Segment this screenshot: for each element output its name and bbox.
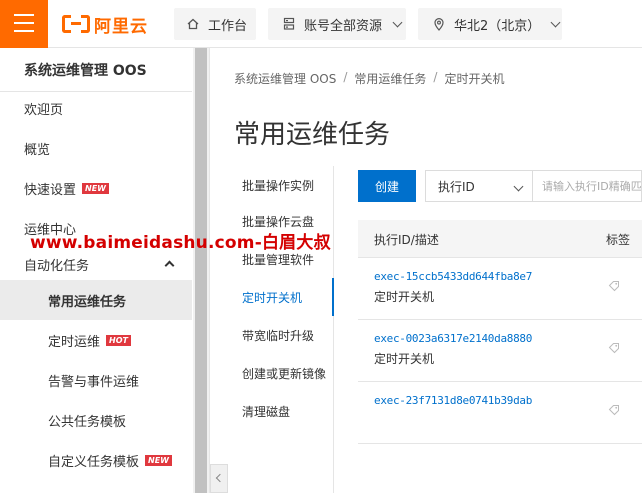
hamburger-menu-button[interactable] [0, 0, 48, 48]
sidebar-item-label: 概览 [24, 142, 51, 158]
workbench-label: 工作台 [208, 18, 248, 34]
region-label: 华北2（北京） [454, 18, 541, 34]
execution-description: 定时开关机 [374, 352, 435, 366]
sidebar-item-label: 欢迎页 [24, 102, 64, 118]
sidebar-item-label: 定时运维 [48, 334, 101, 350]
sidebar: 系统运维管理 OOS 欢迎页 概览 快速设置 NEW 运维中心 自动化任务 常用… [0, 48, 210, 493]
chevron-up-icon [164, 260, 175, 271]
watermark-text: www.baimeidashu.com-白眉大叔 [30, 233, 331, 253]
sidebar-item-welcome[interactable]: 欢迎页 [0, 88, 192, 128]
page-title: 常用运维任务 [234, 120, 391, 150]
table-row: exec-15ccb5433dd644fba8e7 定时开关机 [358, 258, 642, 320]
location-pin-icon [434, 18, 444, 31]
sidebar-item-label: 自动化任务 [24, 258, 90, 274]
sidebar-item-label: 常用运维任务 [48, 294, 127, 310]
sidebar-item-label: 自定义任务模板 [48, 454, 140, 470]
breadcrumb-separator: / [343, 70, 348, 84]
menu-icon-line [14, 22, 34, 24]
main-content: 系统运维管理 OOS / 常用运维任务 / 定时开关机 常用运维任务 批量操作实… [210, 48, 642, 493]
create-button[interactable]: 创建 [358, 170, 416, 202]
top-bar: 阿里云 工作台 账号全部资源 华北2（北京） [0, 0, 642, 48]
breadcrumb-item: 定时开关机 [444, 72, 505, 86]
breadcrumb-item[interactable]: 系统运维管理 OOS [234, 70, 336, 87]
sidebar-item-label: 公共任务模板 [48, 414, 127, 430]
execution-id-link[interactable]: exec-0023a6317e2140da8880 [374, 332, 532, 345]
menu-icon [14, 14, 34, 16]
filter-select[interactable]: 执行ID [425, 170, 533, 202]
sidebar-item-label: 告警与事件运维 [48, 374, 140, 390]
sidebar-item-alert-event-ops[interactable]: 告警与事件运维 [0, 360, 192, 400]
aliyun-logo[interactable]: 阿里云 [62, 13, 148, 37]
subnav-item-clean-disk[interactable]: 清理磁盘 [210, 392, 334, 430]
home-icon [187, 18, 199, 30]
subnav-item-bandwidth-upgrade[interactable]: 带宽临时升级 [210, 316, 334, 354]
table-header: 执行ID/描述 标签 [358, 220, 642, 258]
tag-icon[interactable] [608, 404, 620, 416]
sidebar-collapse-handle[interactable] [210, 464, 228, 493]
table-row: exec-23f7131d8e0741b39dab [358, 382, 642, 444]
breadcrumb-item[interactable]: 常用运维任务 [354, 70, 426, 87]
execution-id-link[interactable]: exec-15ccb5433dd644fba8e7 [374, 270, 532, 283]
column-header-id: 执行ID/描述 [374, 233, 439, 247]
workbench-button[interactable]: 工作台 [174, 8, 256, 40]
server-icon [283, 17, 295, 30]
subnav-item-batch-instances[interactable]: 批量操作实例 [210, 166, 334, 204]
subnav-item-scheduled-power[interactable]: 定时开关机 [210, 278, 334, 316]
sidebar-title: 系统运维管理 OOS [24, 63, 147, 79]
sidebar-item-public-templates[interactable]: 公共任务模板 [0, 400, 192, 440]
aliyun-logo-icon [62, 15, 90, 33]
chevron-down-icon [550, 17, 561, 27]
tag-icon[interactable] [608, 280, 620, 292]
sidebar-item-label: 快速设置 [24, 182, 77, 198]
breadcrumb-separator: / [433, 70, 438, 84]
menu-icon-line [14, 30, 34, 32]
subnav-item-image-update[interactable]: 创建或更新镜像 [210, 354, 334, 392]
sidebar-item-scheduled-ops[interactable]: 定时运维 HOT [0, 320, 192, 360]
sidebar-item-common-ops-tasks[interactable]: 常用运维任务 [0, 280, 192, 320]
task-subnav: 批量操作实例 批量操作云盘 批量管理软件 定时开关机 带宽临时升级 创建或更新镜… [210, 166, 334, 493]
column-header-tags: 标签 [606, 233, 631, 247]
hot-badge: HOT [106, 334, 131, 346]
filter-select-value: 执行ID [438, 179, 475, 194]
account-resources-dropdown[interactable]: 账号全部资源 [268, 8, 406, 40]
sidebar-scrollbar-thumb[interactable] [195, 48, 207, 493]
sidebar-item-quick-setup[interactable]: 快速设置 NEW [0, 168, 192, 208]
new-badge: NEW [82, 182, 109, 194]
sidebar-item-custom-templates[interactable]: 自定义任务模板 NEW [0, 440, 192, 480]
region-dropdown[interactable]: 华北2（北京） [418, 8, 562, 40]
execution-id-link[interactable]: exec-23f7131d8e0741b39dab [374, 394, 532, 407]
sidebar-item-overview[interactable]: 概览 [0, 128, 192, 168]
table-row: exec-0023a6317e2140da8880 定时开关机 [358, 320, 642, 382]
logo-text: 阿里云 [94, 16, 148, 37]
chevron-down-icon [392, 17, 403, 27]
breadcrumb: 系统运维管理 OOS / 常用运维任务 / 定时开关机 [234, 70, 504, 87]
account-resources-label: 账号全部资源 [304, 18, 383, 34]
tag-icon[interactable] [608, 342, 620, 354]
chevron-down-icon [513, 181, 524, 192]
search-input[interactable] [533, 170, 642, 202]
execution-description: 定时开关机 [374, 290, 435, 304]
new-badge: NEW [145, 454, 172, 466]
